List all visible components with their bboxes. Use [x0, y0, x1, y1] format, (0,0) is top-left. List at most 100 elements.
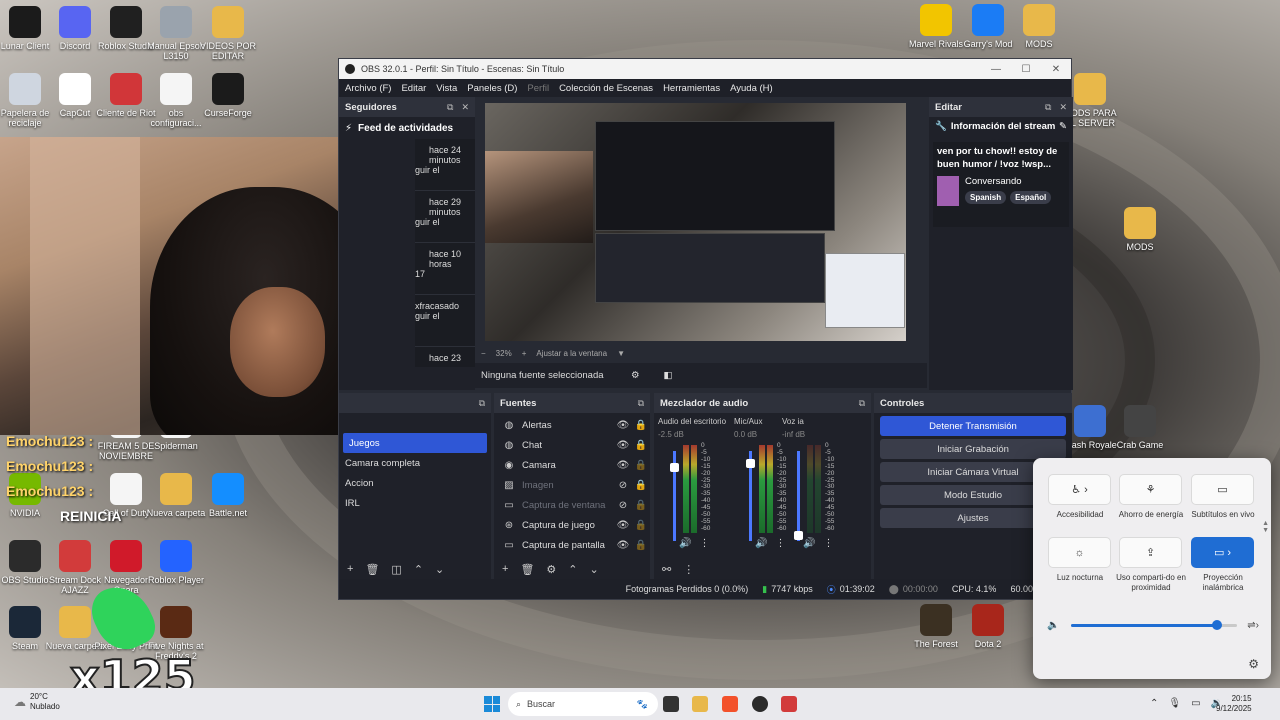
float-icon[interactable]: ⧉	[1045, 102, 1051, 113]
quick-setting-tile[interactable]: ▭	[1191, 474, 1254, 505]
volume-fader[interactable]	[797, 451, 800, 541]
add-icon[interactable]: +	[502, 563, 508, 575]
activity-item[interactable]: xfracasado guir el	[415, 295, 475, 347]
menu-ayuda[interactable]: Ayuda (H)	[730, 83, 773, 94]
desktop-icon[interactable]: Battle.net	[196, 473, 260, 518]
close-icon[interactable]: ✕	[1059, 102, 1067, 113]
eye-icon[interactable]: 👁	[614, 520, 632, 531]
chevron-down-icon[interactable]: ▼	[617, 349, 625, 358]
zoom-out-button[interactable]: −	[481, 349, 486, 358]
desktop-icon[interactable]: Roblox Player	[144, 540, 208, 585]
quick-setting-tile[interactable]: ☼	[1048, 537, 1111, 568]
audio-output-icon[interactable]: ⇌›	[1247, 620, 1259, 631]
eye-off-icon[interactable]: ⊘	[614, 480, 632, 491]
unlock-icon[interactable]: 🔒	[632, 460, 650, 471]
speaker-icon[interactable]: 🔊	[679, 538, 691, 549]
source-item[interactable]: ▭ Captura de ventana ⊘ 🔒	[494, 495, 650, 515]
desktop-icon[interactable]: VIDEOS POR EDITAR	[196, 6, 260, 61]
preview-canvas[interactable]	[485, 103, 906, 341]
menu-icon[interactable]: ⋮	[683, 563, 694, 576]
stop-stream-button[interactable]: Detener Transmisión	[880, 416, 1066, 436]
arrow-up-icon[interactable]: ⌃	[568, 563, 577, 576]
file-explorer-icon[interactable]	[692, 696, 708, 712]
desktop-icon[interactable]: MODS	[1007, 4, 1071, 49]
zoom-in-button[interactable]: +	[522, 349, 527, 358]
fader-knob[interactable]	[794, 531, 803, 540]
network-icon[interactable]: ▭	[1191, 698, 1200, 709]
float-icon[interactable]: ⧉	[859, 398, 865, 409]
activity-item[interactable]: hace 24 minutos guir el	[415, 139, 475, 191]
menu-vista[interactable]: Vista	[436, 83, 457, 94]
fader-knob[interactable]	[670, 463, 679, 472]
speaker-icon[interactable]: 🔈	[1047, 620, 1059, 631]
lock-icon[interactable]: 🔒	[632, 440, 650, 451]
lock-icon[interactable]: 🔒	[632, 420, 650, 431]
activity-item[interactable]: hace 10 horas 17	[415, 243, 475, 295]
scroll-indicator[interactable]: ▲ ▼	[1262, 520, 1269, 534]
unlock-icon[interactable]: 🔒	[632, 540, 650, 551]
quick-setting-tile[interactable]: ⇪	[1119, 537, 1182, 568]
float-icon[interactable]: ⧉	[479, 398, 485, 409]
scene-item[interactable]: Juegos	[343, 433, 487, 453]
desktop-icon[interactable]: Dota 2	[956, 604, 1020, 649]
obs-titlebar[interactable]: OBS 32.0.1 - Perfil: Sin Título - Escena…	[339, 59, 1071, 79]
menu-archivo[interactable]: Archivo (F)	[345, 83, 391, 94]
settings-gear-icon[interactable]: ⚙	[1248, 657, 1259, 671]
menu-icon[interactable]: ⋮	[699, 538, 709, 549]
menu-icon[interactable]: ⋮	[775, 538, 785, 549]
scene-item[interactable]: Accion	[339, 473, 491, 493]
scene-item[interactable]: IRL	[339, 493, 491, 513]
eye-off-icon[interactable]: ⊘	[614, 500, 632, 511]
menu-paneles[interactable]: Paneles (D)	[467, 83, 517, 94]
source-item[interactable]: ◍ Chat 👁 🔒	[494, 435, 650, 455]
source-item[interactable]: ▭ Captura de pantalla 👁 🔒	[494, 535, 650, 555]
pencil-icon[interactable]: ✎	[1059, 121, 1067, 132]
eye-icon[interactable]: 👁	[614, 440, 632, 451]
eye-icon[interactable]: 👁	[614, 420, 632, 431]
search-box[interactable]: ⌕ Buscar 🐾	[508, 692, 658, 716]
activity-item[interactable]: hace 23	[415, 347, 475, 367]
activity-item[interactable]: hace 29 minutos guir el	[415, 191, 475, 243]
trash-icon[interactable]: 🗑	[520, 563, 534, 576]
menu-coleccion-escenas[interactable]: Colección de Escenas	[559, 83, 653, 94]
maximize-button[interactable]: ☐	[1011, 64, 1041, 75]
volume-thumb[interactable]	[1212, 619, 1223, 630]
source-item[interactable]: ▨ Imagen ⊘ 🔒	[494, 475, 650, 495]
source-item[interactable]: ◍ Alertas 👁 🔒	[494, 415, 650, 435]
advanced-audio-icon[interactable]: ⚯	[662, 563, 671, 576]
speaker-icon[interactable]: 🔊	[803, 538, 815, 549]
desktop-icon[interactable]: CurseForge	[196, 73, 260, 118]
float-icon[interactable]: ⧉	[447, 102, 453, 113]
menu-editar[interactable]: Editar	[401, 83, 426, 94]
streamdock-taskbar-icon[interactable]	[781, 696, 797, 712]
scene-item[interactable]: Camara completa	[339, 453, 491, 473]
clock[interactable]: 20:15 9/12/2025	[1216, 694, 1252, 715]
speaker-icon[interactable]: 🔊	[755, 538, 767, 549]
lock-icon[interactable]: 🔒	[632, 480, 650, 491]
arrow-down-icon[interactable]: ⌄	[590, 563, 599, 576]
menu-herramientas[interactable]: Herramientas	[663, 83, 720, 94]
start-recording-button[interactable]: Iniciar Grabación	[880, 439, 1066, 459]
obs-taskbar-icon[interactable]	[752, 696, 768, 712]
add-icon[interactable]: +	[347, 563, 353, 575]
quick-setting-tile[interactable]: ▭ ›	[1191, 537, 1254, 568]
unlock-icon[interactable]: 🔒	[632, 500, 650, 511]
close-icon[interactable]: ✕	[461, 102, 469, 113]
eye-icon[interactable]: 👁	[614, 540, 632, 551]
trash-icon[interactable]: 🗑	[365, 563, 379, 576]
quick-setting-tile[interactable]: ⚘	[1119, 474, 1182, 505]
menu-icon[interactable]: ⋮	[823, 538, 833, 549]
arrow-down-icon[interactable]: ⌄	[435, 563, 444, 576]
close-button[interactable]: ✕	[1041, 64, 1071, 75]
unlock-icon[interactable]: 🔒	[632, 520, 650, 531]
fader-knob[interactable]	[746, 459, 755, 468]
volume-slider[interactable]	[1071, 619, 1238, 630]
weather-widget[interactable]: ☁ 20°C Nublado	[14, 692, 60, 712]
float-icon[interactable]: ⧉	[638, 398, 644, 409]
quick-setting-tile[interactable]: ♿ ›	[1048, 474, 1111, 505]
brave-icon[interactable]	[722, 696, 738, 712]
source-item[interactable]: ⊛ Captura de juego 👁 🔒	[494, 515, 650, 535]
desktop-icon[interactable]: MODS	[1108, 207, 1172, 252]
chevron-up-icon[interactable]: ⌃	[1150, 698, 1158, 709]
task-view-icon[interactable]	[663, 696, 679, 712]
